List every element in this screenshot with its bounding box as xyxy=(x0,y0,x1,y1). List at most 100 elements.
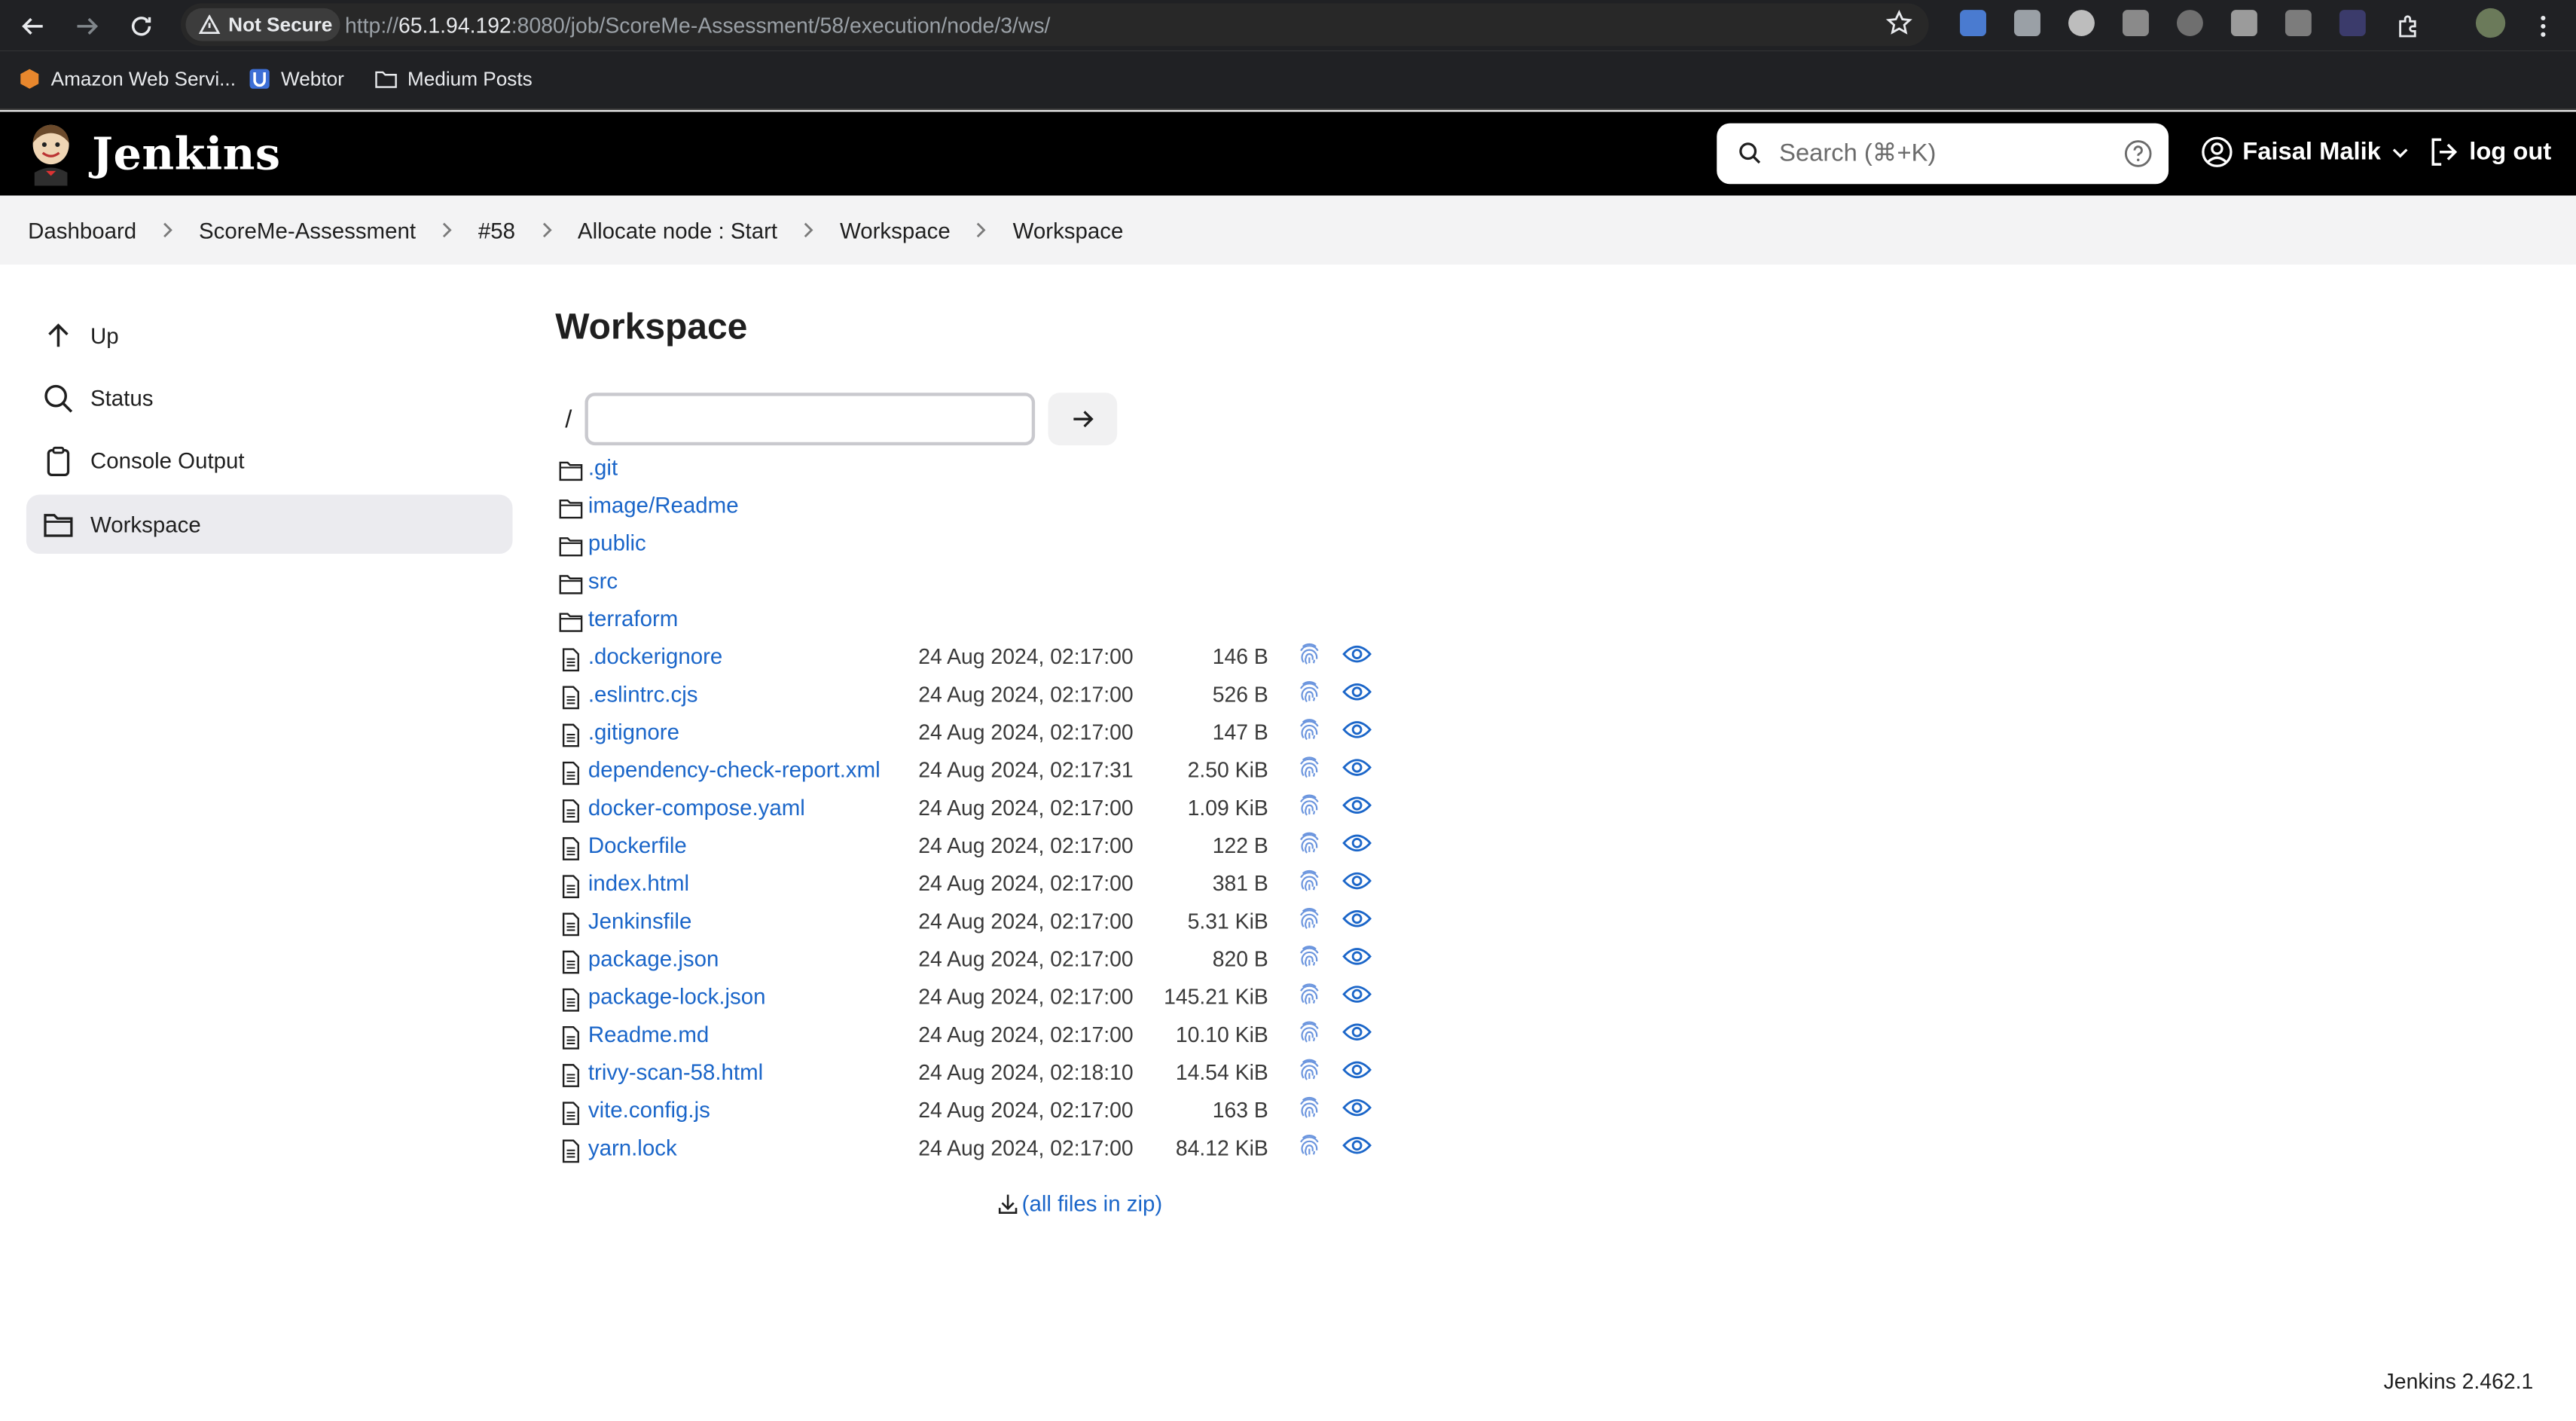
search-box[interactable] xyxy=(1717,123,2169,185)
file-link[interactable]: .dockerignore xyxy=(588,644,722,669)
folder-row[interactable]: terraform xyxy=(559,605,1413,638)
view-icon[interactable] xyxy=(1342,1056,1372,1083)
view-icon[interactable] xyxy=(1342,717,1372,743)
view-icon[interactable] xyxy=(1342,1095,1372,1121)
fingerprint-icon[interactable] xyxy=(1296,754,1323,781)
extension-icon[interactable] xyxy=(2285,10,2312,36)
fingerprint-icon[interactable] xyxy=(1296,981,1323,1007)
extension-icon[interactable] xyxy=(2068,10,2095,36)
file-link[interactable]: yarn.lock xyxy=(588,1135,677,1160)
file-link[interactable]: index.html xyxy=(588,871,689,896)
address-bar[interactable]: Not Secure http://65.1.94.192:8080/job/S… xyxy=(180,3,1929,47)
view-icon[interactable] xyxy=(1342,868,1372,894)
fingerprint-icon[interactable] xyxy=(1296,943,1323,970)
folder-link[interactable]: image/Readme xyxy=(588,493,739,518)
extension-icon[interactable] xyxy=(2339,10,2366,36)
sidebar-item-console-output[interactable]: Console Output xyxy=(26,430,513,490)
breadcrumb-build[interactable]: #58 xyxy=(478,218,515,243)
bookmark-star-icon[interactable] xyxy=(1885,10,1912,36)
fingerprint-icon[interactable] xyxy=(1296,717,1323,743)
breadcrumb-node[interactable]: Allocate node : Start xyxy=(578,218,777,243)
bookmark-folder-medium[interactable]: Medium Posts xyxy=(374,67,533,90)
file-link[interactable]: dependency-check-report.xml xyxy=(588,757,881,782)
file-link[interactable]: Jenkinsfile xyxy=(588,909,691,934)
file-link[interactable]: package-lock.json xyxy=(588,984,766,1009)
view-icon[interactable] xyxy=(1342,792,1372,818)
fingerprint-icon[interactable] xyxy=(1296,906,1323,932)
fingerprint-icon[interactable] xyxy=(1296,1132,1323,1159)
extension-icon[interactable] xyxy=(2230,10,2257,36)
file-link[interactable]: package.json xyxy=(588,946,719,971)
folder-row[interactable]: src xyxy=(559,567,1413,600)
fingerprint-icon[interactable] xyxy=(1296,1056,1323,1083)
search-input[interactable] xyxy=(1779,136,2108,170)
sidebar-item-up[interactable]: Up xyxy=(26,306,513,365)
file-link[interactable]: .eslintrc.cjs xyxy=(588,682,698,707)
fingerprint-icon[interactable] xyxy=(1296,641,1323,668)
forward-icon[interactable] xyxy=(69,8,105,44)
folder-link[interactable]: terraform xyxy=(588,607,678,631)
breadcrumb-job[interactable]: ScoreMe-Assessment xyxy=(199,218,416,243)
folder-icon xyxy=(559,610,584,634)
breadcrumb-workspace-current[interactable]: Workspace xyxy=(1013,218,1124,243)
view-icon[interactable] xyxy=(1342,830,1372,856)
breadcrumb-dashboard[interactable]: Dashboard xyxy=(28,218,136,243)
back-icon[interactable] xyxy=(15,8,51,44)
reload-icon[interactable] xyxy=(124,8,160,44)
go-button[interactable] xyxy=(1048,393,1118,446)
breadcrumb-workspace[interactable]: Workspace xyxy=(840,218,951,243)
folder-row[interactable]: .git xyxy=(559,454,1413,487)
sidebar-item-status[interactable]: Status xyxy=(26,368,513,428)
puzzle-icon[interactable] xyxy=(2391,8,2427,44)
sidebar-item-workspace[interactable]: Workspace xyxy=(26,494,513,555)
file-link[interactable]: Readme.md xyxy=(588,1022,709,1047)
chevron-right-icon xyxy=(973,222,990,238)
extension-icon[interactable] xyxy=(2014,10,2040,36)
browser-toolbar: Not Secure http://65.1.94.192:8080/job/S… xyxy=(0,0,2576,51)
logout-link[interactable]: log out xyxy=(2428,136,2552,167)
file-link[interactable]: trivy-scan-58.html xyxy=(588,1060,763,1085)
chevron-down-icon xyxy=(2393,148,2408,157)
bookmark-aws[interactable]: Amazon Web Servi... xyxy=(18,67,236,90)
all-files-zip-link[interactable]: (all files in zip) xyxy=(997,1191,1162,1216)
folder-row[interactable]: image/Readme xyxy=(559,491,1413,524)
security-chip[interactable]: Not Secure xyxy=(185,8,340,41)
file-link[interactable]: .gitignore xyxy=(588,720,679,744)
view-icon[interactable] xyxy=(1342,754,1372,781)
chevron-right-icon xyxy=(160,222,176,238)
file-row: dependency-check-report.xml 24 Aug 2024, … xyxy=(559,756,1413,789)
view-icon[interactable] xyxy=(1342,906,1372,932)
url-text[interactable]: http://65.1.94.192:8080/job/ScoreMe-Asse… xyxy=(345,13,1050,38)
folder-link[interactable]: public xyxy=(588,531,646,556)
folder-link[interactable]: .git xyxy=(588,455,618,480)
fingerprint-icon[interactable] xyxy=(1296,1019,1323,1045)
fingerprint-icon[interactable] xyxy=(1296,1095,1323,1121)
logout-label: log out xyxy=(2469,138,2552,167)
user-menu[interactable]: Faisal Malik xyxy=(2202,136,2410,167)
view-icon[interactable] xyxy=(1342,981,1372,1007)
view-icon[interactable] xyxy=(1342,641,1372,668)
view-icon[interactable] xyxy=(1342,1019,1372,1045)
file-link[interactable]: docker-compose.yaml xyxy=(588,796,805,821)
view-icon[interactable] xyxy=(1342,679,1372,705)
file-date: 24 Aug 2024, 02:17:00 xyxy=(918,720,1134,745)
fingerprint-icon[interactable] xyxy=(1296,679,1323,705)
translate-extension-icon[interactable] xyxy=(1960,10,1986,36)
fingerprint-icon[interactable] xyxy=(1296,830,1323,856)
file-link[interactable]: vite.config.js xyxy=(588,1098,710,1123)
path-input[interactable] xyxy=(584,393,1036,446)
folder-row[interactable]: public xyxy=(559,529,1413,562)
help-icon[interactable] xyxy=(2124,139,2152,167)
file-link[interactable]: Dockerfile xyxy=(588,833,687,858)
extension-icon[interactable] xyxy=(2176,10,2203,36)
profile-avatar[interactable] xyxy=(2475,8,2506,38)
fingerprint-icon[interactable] xyxy=(1296,868,1323,894)
more-options-icon[interactable] xyxy=(2525,8,2561,44)
fingerprint-icon[interactable] xyxy=(1296,792,1323,818)
jenkins-logo[interactable]: Jenkins xyxy=(26,124,281,186)
folder-link[interactable]: src xyxy=(588,569,618,594)
bookmark-webtor[interactable]: Webtor xyxy=(248,67,344,90)
extension-icon[interactable] xyxy=(2123,10,2149,36)
view-icon[interactable] xyxy=(1342,943,1372,970)
view-icon[interactable] xyxy=(1342,1132,1372,1159)
